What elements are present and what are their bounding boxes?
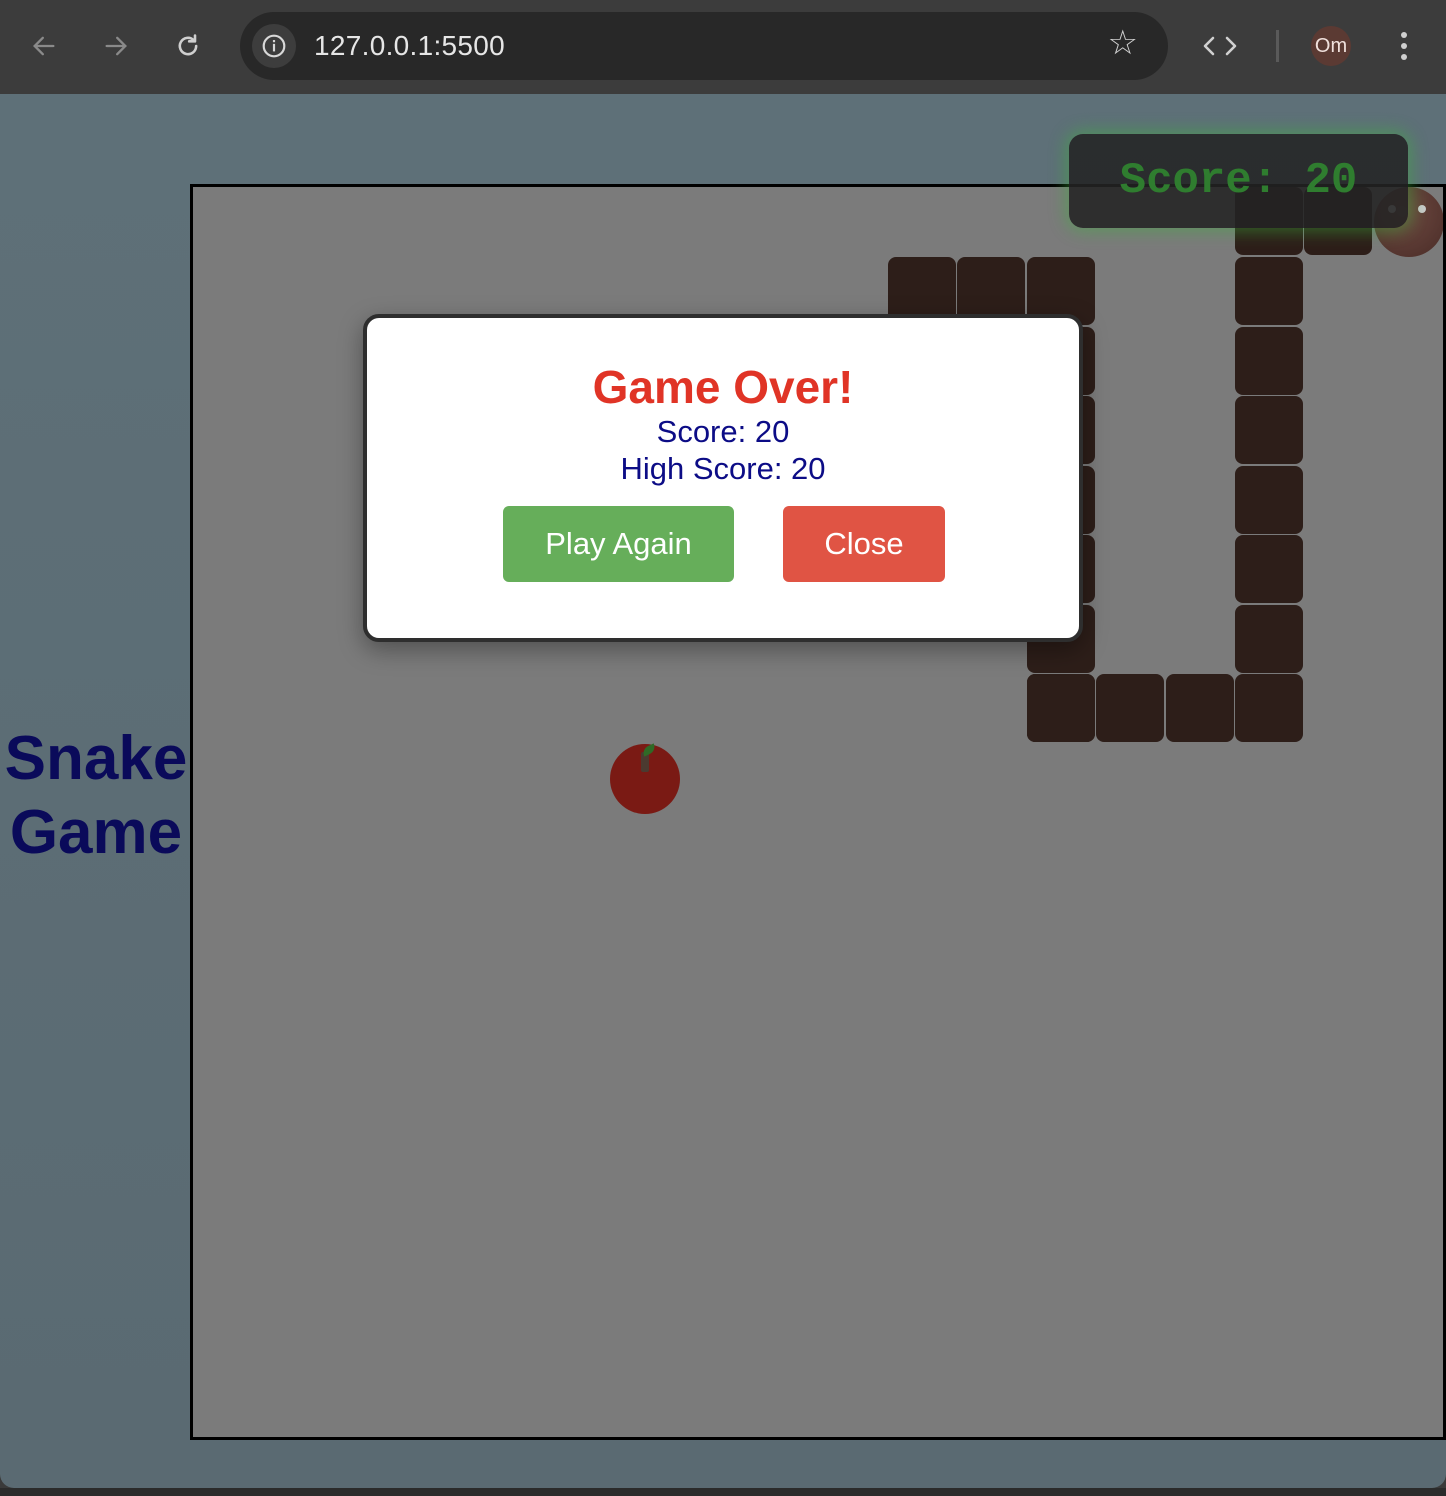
- title-line-game: Game: [9, 798, 183, 867]
- address-bar[interactable]: 127.0.0.1:5500 ☆: [240, 12, 1168, 80]
- snake-segment: [1166, 674, 1234, 742]
- back-arrow-icon: [33, 36, 55, 56]
- bookmark-star-icon[interactable]: ☆: [1108, 26, 1138, 60]
- snake-eye: [1418, 205, 1426, 213]
- play-again-button[interactable]: Play Again: [503, 506, 734, 582]
- apple-leaf: [640, 743, 658, 757]
- reload-button[interactable]: [164, 22, 212, 70]
- toolbar-divider: [1276, 30, 1279, 62]
- snake-segment: [1235, 327, 1303, 395]
- page-viewport: Snake Game Score: 20 Game Over! Score: 2…: [0, 94, 1446, 1488]
- forward-button[interactable]: [92, 22, 140, 70]
- site-info-button[interactable]: [252, 24, 296, 68]
- code-icon[interactable]: [1196, 22, 1244, 70]
- snake-segment: [1235, 466, 1303, 534]
- apple-food: [610, 743, 680, 814]
- snake-segment: [1027, 674, 1095, 742]
- url-text[interactable]: 127.0.0.1:5500: [314, 30, 505, 62]
- high-score-text: High Score: 20: [620, 451, 826, 486]
- snake-segment: [1235, 605, 1303, 673]
- score-display: Score: 20: [1069, 134, 1408, 228]
- title-line-snake: Snake: [4, 724, 188, 793]
- snake-segment: [1235, 535, 1303, 603]
- snake-segment: [1235, 257, 1303, 325]
- profile-avatar[interactable]: Om: [1311, 26, 1351, 66]
- reload-icon: [178, 34, 198, 56]
- forward-arrow-icon: [105, 36, 127, 56]
- snake-segment: [1235, 396, 1303, 464]
- more-menu-icon[interactable]: [1384, 22, 1424, 70]
- page-title: Snake Game: [0, 722, 194, 870]
- game-over-title: Game Over!: [592, 361, 854, 413]
- back-button[interactable]: [20, 22, 68, 70]
- snake-segment: [1096, 674, 1164, 742]
- game-over-modal: Game Over! Score: 20 High Score: 20 Play…: [363, 314, 1083, 642]
- final-score-text: Score: 20: [656, 414, 790, 449]
- browser-toolbar: 127.0.0.1:5500 ☆ Om: [0, 0, 1446, 95]
- snake-segment: [1235, 674, 1303, 742]
- close-button[interactable]: Close: [783, 506, 945, 582]
- info-icon: [262, 34, 286, 58]
- window-bottom-edge: [0, 1488, 1446, 1496]
